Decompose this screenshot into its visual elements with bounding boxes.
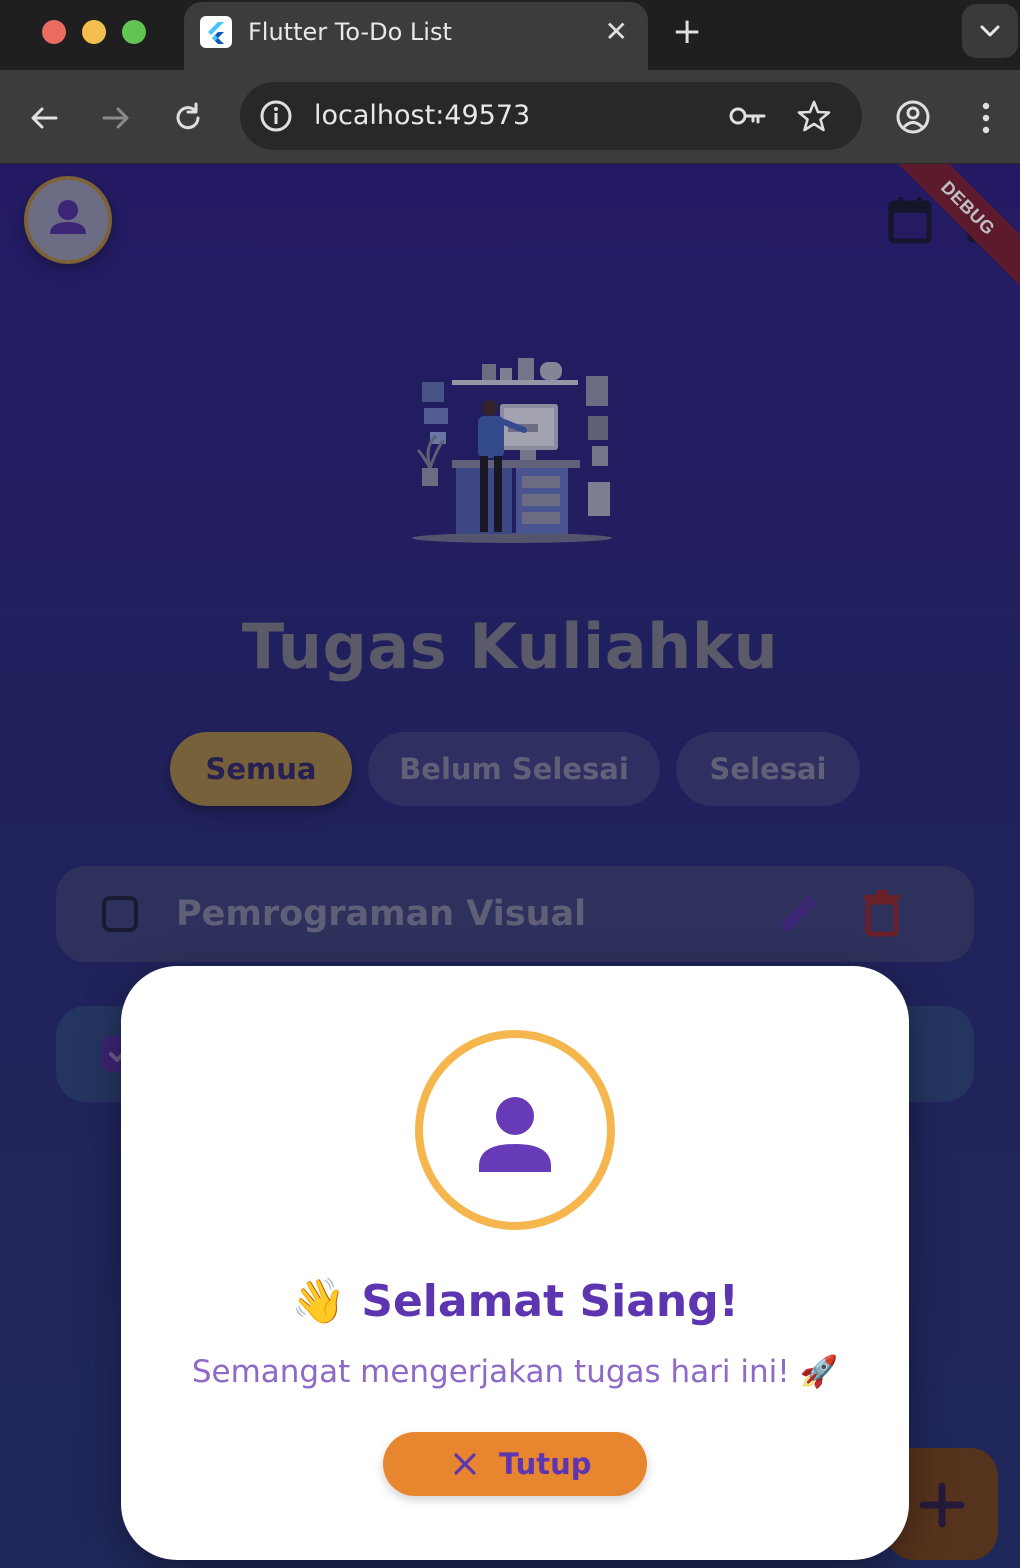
minimize-window-button[interactable] <box>82 20 106 44</box>
greeting-dialog: 👋 Selamat Siang! Semangat mengerjakan tu… <box>121 966 909 1560</box>
tab-search-button[interactable] <box>962 4 1018 58</box>
dialog-subtitle: Semangat mengerjakan tugas hari ini! 🚀 <box>191 1354 839 1390</box>
forward-arrow-icon[interactable] <box>96 98 136 138</box>
flutter-logo-icon <box>200 16 232 48</box>
browser-toolbar: localhost:49573 <box>0 70 1020 164</box>
profile-icon[interactable] <box>894 98 932 136</box>
more-menu-icon[interactable] <box>972 98 1000 138</box>
dialog-title: 👋 Selamat Siang! <box>291 1276 739 1327</box>
maximize-window-button[interactable] <box>122 20 146 44</box>
close-button-label: Tutup <box>499 1447 592 1481</box>
close-dialog-button[interactable]: Tutup <box>383 1432 647 1496</box>
url-text[interactable]: localhost:49573 <box>314 98 530 134</box>
address-bar[interactable]: localhost:49573 <box>240 82 862 150</box>
key-icon[interactable] <box>728 100 768 132</box>
reload-icon[interactable] <box>168 98 208 138</box>
tab-close-icon[interactable]: ✕ <box>605 16 628 48</box>
back-arrow-icon[interactable] <box>24 98 64 138</box>
dialog-avatar <box>415 1030 615 1230</box>
chevron-down-icon <box>980 25 1000 37</box>
browser-tab-bar: Flutter To-Do List ✕ + <box>0 0 1020 72</box>
user-icon <box>479 1097 551 1172</box>
bookmark-star-icon[interactable] <box>796 98 832 134</box>
tab-title: Flutter To-Do List <box>248 18 452 46</box>
site-info-icon[interactable] <box>258 98 294 134</box>
close-window-button[interactable] <box>42 20 66 44</box>
new-tab-button[interactable]: + <box>672 12 702 52</box>
close-icon <box>454 1453 476 1475</box>
browser-tab[interactable]: Flutter To-Do List ✕ <box>184 2 648 72</box>
